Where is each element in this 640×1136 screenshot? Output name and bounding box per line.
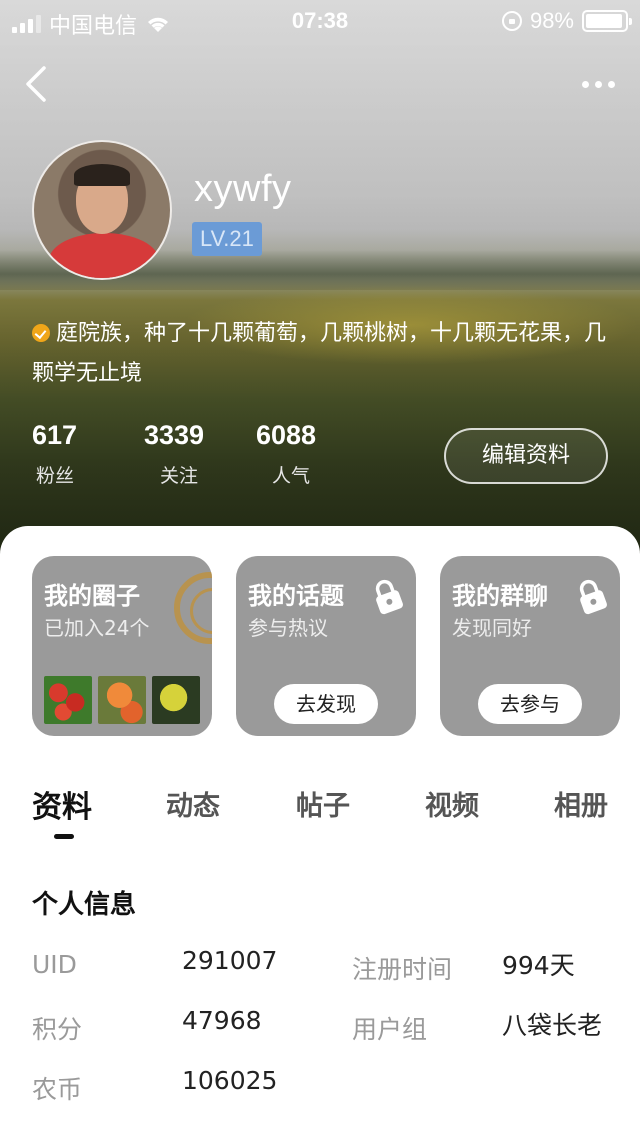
tab-posts[interactable]: 帖子 xyxy=(296,784,350,823)
rotation-lock-icon xyxy=(501,11,522,31)
verified-badge-icon xyxy=(32,324,50,342)
my-topics-card[interactable]: 我的话题 参与热议 去发现 xyxy=(236,556,416,736)
card-subtitle: 参与热议 xyxy=(248,616,328,640)
status-bar: 中国电信 07:38 98% xyxy=(0,0,640,40)
card-title: 我的圈子 xyxy=(44,582,140,610)
card-subtitle: 发现同好 xyxy=(452,616,532,640)
status-bar-right: 98% xyxy=(501,8,632,34)
my-groups-card[interactable]: 我的群聊 发现同好 去参与 xyxy=(440,556,620,736)
battery-percent: 98% xyxy=(529,8,574,33)
tab-activity[interactable]: 动态 xyxy=(166,784,220,823)
more-dots-icon[interactable] xyxy=(576,70,620,98)
profile-tabs: 资料 动态 帖子 视频 相册 xyxy=(0,776,640,846)
active-tab-indicator xyxy=(54,834,74,839)
circle-thumbnail[interactable] xyxy=(44,676,92,724)
circle-thumbnails xyxy=(44,676,200,724)
stat-value: 6088 xyxy=(256,420,317,450)
stat-following[interactable]: 3339 关注 xyxy=(144,420,256,488)
coins-value: 106025 xyxy=(182,1066,278,1095)
battery-icon xyxy=(582,10,632,32)
profile-bio: 庭院族，种了十几颗葡萄，几颗桃树，十几颗无花果，几颗学无止境 xyxy=(32,314,622,394)
stat-value: 617 xyxy=(32,420,78,450)
join-button[interactable]: 去参与 xyxy=(478,684,582,724)
user-group-value: 八袋长老 xyxy=(502,1011,603,1040)
coins-label: 农币 xyxy=(32,1075,83,1104)
section-title: 个人信息 xyxy=(32,890,137,920)
user-group-label: 用户组 xyxy=(352,1015,428,1044)
stat-label: 粉丝 xyxy=(36,465,75,487)
edit-profile-button[interactable]: 编辑资料 xyxy=(444,428,608,484)
register-time-value: 994天 xyxy=(502,951,575,980)
stat-fans[interactable]: 617 粉丝 xyxy=(32,420,144,488)
my-circles-card[interactable]: 我的圈子 已加入24个 xyxy=(32,556,212,736)
points-value: 47968 xyxy=(182,1006,262,1035)
card-subtitle: 已加入24个 xyxy=(44,616,150,640)
username: xywfy xyxy=(194,168,292,210)
points-label: 积分 xyxy=(32,1015,83,1044)
card-title: 我的话题 xyxy=(248,582,344,610)
profile-stats: 617 粉丝 3339 关注 6088 人气 xyxy=(32,420,368,488)
circle-thumbnail[interactable] xyxy=(98,676,146,724)
tab-profile[interactable]: 资料 xyxy=(32,782,92,826)
chevron-left-icon[interactable] xyxy=(18,60,58,108)
circle-thumbnail[interactable] xyxy=(152,676,200,724)
stat-value: 3339 xyxy=(144,420,205,450)
uid-label: UID xyxy=(32,950,77,979)
discover-button[interactable]: 去发现 xyxy=(274,684,378,724)
register-time-label: 注册时间 xyxy=(352,955,453,984)
bio-text: 庭院族，种了十几颗葡萄，几颗桃树，十几颗无花果，几颗学无止境 xyxy=(32,321,607,386)
stat-label: 关注 xyxy=(160,465,199,487)
circle-ring-icon xyxy=(174,572,212,644)
lock-icon xyxy=(579,579,607,615)
stat-popularity[interactable]: 6088 人气 xyxy=(256,420,368,488)
tab-videos[interactable]: 视频 xyxy=(425,784,479,823)
stat-label: 人气 xyxy=(272,465,311,487)
level-badge: LV.21 xyxy=(192,222,262,256)
feature-cards: 我的圈子 已加入24个 我的话题 参与热议 去发现 我的群聊 发现同好 去参与 xyxy=(32,556,620,736)
uid-value: 291007 xyxy=(182,946,278,975)
tab-albums[interactable]: 相册 xyxy=(554,784,608,823)
card-title: 我的群聊 xyxy=(452,582,548,610)
avatar[interactable] xyxy=(32,140,172,280)
lock-icon xyxy=(375,579,403,615)
